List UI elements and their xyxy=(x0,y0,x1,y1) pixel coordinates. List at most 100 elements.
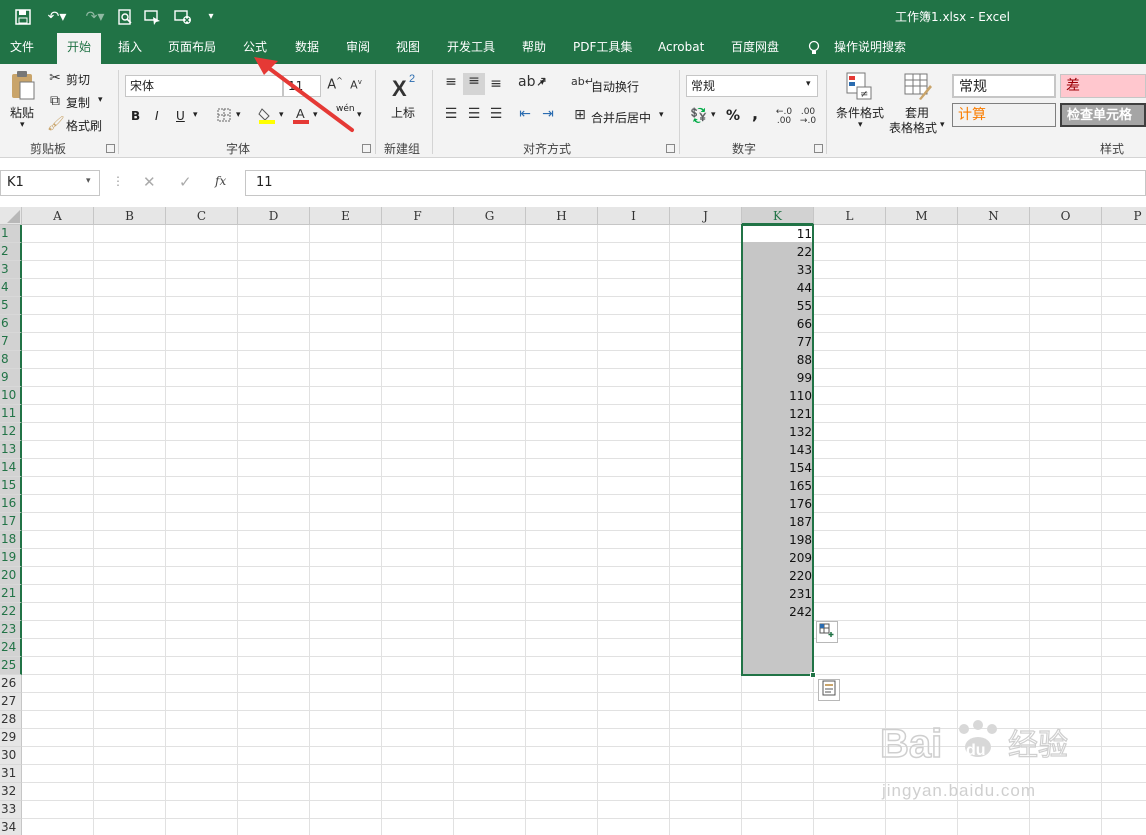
cell-k2[interactable]: 22 xyxy=(742,243,812,261)
column-header-i[interactable]: I xyxy=(598,207,670,225)
row-header-21[interactable]: 21 xyxy=(0,585,22,603)
tab-pdf-tools[interactable]: PDF工具集 xyxy=(563,33,642,64)
increase-indent-icon[interactable]: ⇥ xyxy=(539,106,557,122)
cell-k12[interactable]: 132 xyxy=(742,423,812,441)
conditional-format-dropdown-icon[interactable]: ▾ xyxy=(858,120,863,130)
row-header-31[interactable]: 31 xyxy=(0,765,22,783)
tab-file[interactable]: 文件 xyxy=(0,33,44,64)
row-header-11[interactable]: 11 xyxy=(0,405,22,423)
align-center-icon[interactable]: ☰ xyxy=(465,106,483,122)
cell-k18[interactable]: 198 xyxy=(742,531,812,549)
copy-icon[interactable]: ⧉ xyxy=(47,93,63,109)
column-header-p[interactable]: P xyxy=(1102,207,1146,225)
cell-k11[interactable]: 121 xyxy=(742,405,812,423)
border-icon[interactable] xyxy=(216,108,232,126)
row-header-20[interactable]: 20 xyxy=(0,567,22,585)
align-right-icon[interactable]: ☰ xyxy=(487,106,505,122)
row-header-15[interactable]: 15 xyxy=(0,477,22,495)
formula-input[interactable]: 11 xyxy=(245,170,1146,196)
cell-k4[interactable]: 44 xyxy=(742,279,812,297)
cell-k13[interactable]: 143 xyxy=(742,441,812,459)
tab-home[interactable]: 开始 xyxy=(57,33,102,64)
align-top-icon[interactable]: ≡ xyxy=(442,74,460,90)
alignment-launcher-icon[interactable] xyxy=(666,144,675,153)
column-header-c[interactable]: C xyxy=(166,207,238,225)
increase-decimal-icon[interactable]: ←.0.00 xyxy=(774,108,794,126)
row-header-16[interactable]: 16 xyxy=(0,495,22,513)
font-launcher-icon[interactable] xyxy=(362,144,371,153)
row-header-4[interactable]: 4 xyxy=(0,279,22,297)
row-header-17[interactable]: 17 xyxy=(0,513,22,531)
select-all-corner[interactable] xyxy=(0,207,22,225)
cell-k7[interactable]: 77 xyxy=(742,333,812,351)
column-header-e[interactable]: E xyxy=(310,207,382,225)
column-header-h[interactable]: H xyxy=(526,207,598,225)
accounting-icon[interactable]: 💱 xyxy=(689,108,709,124)
cut-icon[interactable]: ✂ xyxy=(47,70,63,86)
cell-k10[interactable]: 110 xyxy=(742,387,812,405)
row-header-18[interactable]: 18 xyxy=(0,531,22,549)
orientation-dropdown-icon[interactable]: ▾ xyxy=(540,78,545,88)
quick-analysis-icon[interactable] xyxy=(818,679,840,701)
row-header-8[interactable]: 8 xyxy=(0,351,22,369)
cell-k5[interactable]: 55 xyxy=(742,297,812,315)
insert-function-button[interactable]: fx xyxy=(215,174,226,188)
row-header-33[interactable]: 33 xyxy=(0,801,22,819)
paste-button[interactable]: 粘贴 xyxy=(10,104,34,121)
cell-k9[interactable]: 99 xyxy=(742,369,812,387)
style-normal[interactable]: 常规 xyxy=(952,74,1056,98)
name-box[interactable]: K1 xyxy=(0,170,100,196)
accounting-dropdown-icon[interactable]: ▾ xyxy=(711,110,716,120)
format-as-table-icon[interactable] xyxy=(903,71,933,101)
column-header-k[interactable]: K xyxy=(742,207,814,225)
row-header-12[interactable]: 12 xyxy=(0,423,22,441)
number-format-select[interactable]: 常规 xyxy=(686,75,818,97)
undo-icon[interactable]: ↶▾ xyxy=(42,6,72,28)
column-header-d[interactable]: D xyxy=(238,207,310,225)
clipboard-launcher-icon[interactable] xyxy=(106,144,115,153)
cell-k6[interactable]: 66 xyxy=(742,315,812,333)
merge-center-icon[interactable]: ⊞ xyxy=(571,107,589,123)
tab-page-layout[interactable]: 页面布局 xyxy=(158,33,226,64)
tell-me-search[interactable]: 操作说明搜索 xyxy=(824,33,916,64)
cell-k8[interactable]: 88 xyxy=(742,351,812,369)
cell-k20[interactable]: 220 xyxy=(742,567,812,585)
comma-button[interactable]: , xyxy=(752,104,758,123)
column-header-g[interactable]: G xyxy=(454,207,526,225)
save-icon[interactable] xyxy=(12,6,34,28)
column-header-n[interactable]: N xyxy=(958,207,1030,225)
merge-center-button[interactable]: 合并后居中 xyxy=(591,109,651,126)
cell-k15[interactable]: 165 xyxy=(742,477,812,495)
cell-k17[interactable]: 187 xyxy=(742,513,812,531)
column-header-j[interactable]: J xyxy=(670,207,742,225)
copy-button[interactable]: 复制 xyxy=(66,94,90,111)
border-dropdown-icon[interactable]: ▾ xyxy=(236,110,241,120)
cell-k1[interactable]: 11 xyxy=(742,225,812,243)
decrease-indent-icon[interactable]: ⇤ xyxy=(516,106,534,122)
cancel-icon[interactable]: ✕ xyxy=(143,173,156,191)
cell-k21[interactable]: 231 xyxy=(742,585,812,603)
italic-button[interactable]: I xyxy=(155,109,159,123)
format-painter-icon[interactable]: 🖌 xyxy=(47,116,65,132)
redo-icon[interactable]: ↷▾ xyxy=(80,6,110,28)
row-header-2[interactable]: 2 xyxy=(0,243,22,261)
fill-handle[interactable] xyxy=(810,672,816,678)
cell-k22[interactable]: 242 xyxy=(742,603,812,621)
paste-icon[interactable] xyxy=(8,70,38,104)
style-check-cell[interactable]: 检查单元格 xyxy=(1060,103,1146,127)
print-preview-icon[interactable] xyxy=(114,6,136,28)
customize-icon[interactable] xyxy=(172,6,194,28)
row-header-7[interactable]: 7 xyxy=(0,333,22,351)
merge-dropdown-icon[interactable]: ▾ xyxy=(659,110,664,120)
format-as-table-label-2[interactable]: 表格格式 xyxy=(889,119,937,136)
number-launcher-icon[interactable] xyxy=(814,144,823,153)
align-middle-icon[interactable]: ≡ xyxy=(463,73,485,95)
row-header-22[interactable]: 22 xyxy=(0,603,22,621)
cell-k3[interactable]: 33 xyxy=(742,261,812,279)
cut-button[interactable]: 剪切 xyxy=(66,71,90,88)
row-header-13[interactable]: 13 xyxy=(0,441,22,459)
row-header-9[interactable]: 9 xyxy=(0,369,22,387)
column-header-o[interactable]: O xyxy=(1030,207,1102,225)
number-format-dropdown-icon[interactable]: ▾ xyxy=(806,79,811,89)
auto-fill-options-icon[interactable] xyxy=(816,621,838,643)
